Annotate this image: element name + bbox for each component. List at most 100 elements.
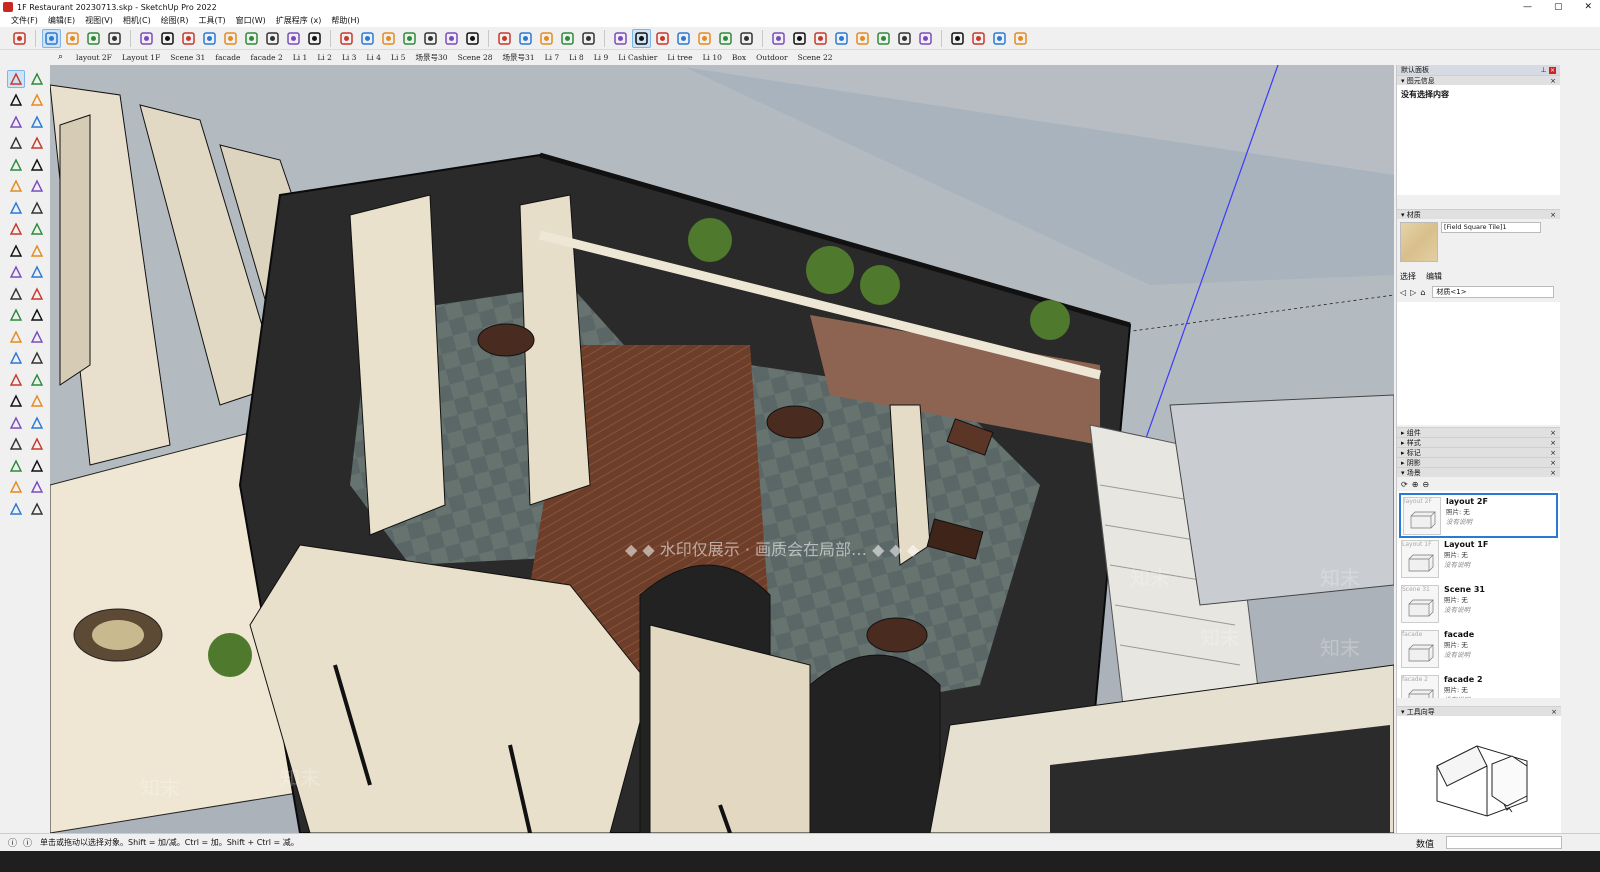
pan-icon[interactable]: [358, 29, 377, 48]
scene-tab[interactable]: Li 10: [698, 53, 727, 62]
pencil-icon[interactable]: [28, 113, 46, 131]
push-pull-icon[interactable]: [28, 242, 46, 260]
settings-icon[interactable]: [948, 29, 967, 48]
orbit-icon[interactable]: [337, 29, 356, 48]
pin-icon[interactable]: ⊥: [1541, 66, 1547, 74]
pencil-icon[interactable]: [84, 29, 103, 48]
follow-me-icon[interactable]: [28, 263, 46, 281]
right-view-icon[interactable]: [695, 29, 714, 48]
scene-tab[interactable]: 场景号31: [498, 53, 540, 62]
info-icon[interactable]: [990, 29, 1009, 48]
material-swatch[interactable]: [1400, 222, 1438, 262]
scene-item[interactable]: Layout 1F Layout 1F 照片: 无 没有说明: [1399, 538, 1558, 583]
menu-draw[interactable]: 绘图(R): [158, 15, 192, 26]
search-icon[interactable]: [10, 29, 29, 48]
look-around-icon[interactable]: [28, 435, 46, 453]
section-display-icon[interactable]: [7, 478, 25, 496]
rectangle-icon[interactable]: [7, 156, 25, 174]
section-scenes[interactable]: ▾ 场景 ×: [1397, 467, 1560, 477]
scene-thumbnail[interactable]: facade 2: [1401, 675, 1439, 698]
back-arrow-icon[interactable]: ◁: [1400, 288, 1406, 297]
scene-tab[interactable]: Li 7: [540, 53, 565, 62]
materials-header[interactable]: ▾ 材质 ×: [1397, 209, 1560, 219]
offset-icon[interactable]: [28, 285, 46, 303]
three-point-arc-icon[interactable]: [28, 220, 46, 238]
close-icon[interactable]: ×: [1550, 77, 1556, 85]
section-fill-icon[interactable]: [611, 29, 630, 48]
scene-tab[interactable]: Li 2: [312, 53, 337, 62]
scene-item[interactable]: facade facade 照片: 无 没有说明: [1399, 628, 1558, 673]
scene-tab[interactable]: Li 3: [337, 53, 362, 62]
polygon-icon[interactable]: [28, 177, 46, 195]
tape-measure-icon[interactable]: [7, 306, 25, 324]
position-camera-icon[interactable]: [7, 435, 25, 453]
arc-icon[interactable]: [7, 199, 25, 217]
close-button[interactable]: ✕: [1584, 0, 1592, 14]
dimension-icon[interactable]: [28, 306, 46, 324]
menu-file[interactable]: 文件(F): [8, 15, 41, 26]
checker-icon[interactable]: [895, 29, 914, 48]
scene-tab[interactable]: Li Cashier: [613, 53, 662, 62]
model-info-icon[interactable]: [874, 29, 893, 48]
tab-edit[interactable]: 编辑: [1426, 271, 1442, 282]
geo-location-icon[interactable]: ⓘ: [8, 836, 17, 849]
section-tags[interactable]: ▸ 标记 ×: [1397, 447, 1560, 457]
follow-me-icon[interactable]: [179, 29, 198, 48]
push-pull-icon[interactable]: [158, 29, 177, 48]
scene-tab[interactable]: Li 1: [288, 53, 313, 62]
scene-item[interactable]: facade 2 facade 2 照片: 无 没有说明: [1399, 673, 1558, 698]
text-icon[interactable]: [284, 29, 303, 48]
scene-tab[interactable]: facade: [210, 53, 245, 62]
add-location-icon[interactable]: [832, 29, 851, 48]
paint-bucket-icon[interactable]: [7, 91, 25, 109]
menu-help[interactable]: 帮助(H): [328, 15, 362, 26]
close-icon[interactable]: ×: [1551, 708, 1557, 716]
zoom-extents-icon[interactable]: [7, 414, 25, 432]
scale-icon[interactable]: [7, 285, 25, 303]
tape-icon[interactable]: [263, 29, 282, 48]
cloud-icon[interactable]: [916, 29, 935, 48]
close-icon[interactable]: ×: [1550, 429, 1556, 437]
close-icon[interactable]: ×: [1550, 211, 1556, 219]
scene-search-icon[interactable]: ⌕: [58, 52, 63, 62]
scene-tab[interactable]: layout 2F: [71, 53, 117, 62]
protractor-icon[interactable]: [7, 328, 25, 346]
scene-item[interactable]: Scene 31 Scene 31 照片: 无 没有说明: [1399, 583, 1558, 628]
close-icon[interactable]: ×: [1550, 469, 1556, 477]
section-shadows[interactable]: ▸ 阴影 ×: [1397, 457, 1560, 467]
scene-thumbnail[interactable]: Scene 31: [1401, 585, 1439, 623]
text-icon[interactable]: [28, 328, 46, 346]
scene-tab[interactable]: Li tree: [662, 53, 697, 62]
extension-3-icon[interactable]: [811, 29, 830, 48]
section-cut-icon[interactable]: [28, 478, 46, 496]
wireframe-icon[interactable]: [463, 29, 482, 48]
menu-tools[interactable]: 工具(T): [196, 15, 229, 26]
material-name-field[interactable]: [Field Square Tile]1: [1441, 222, 1541, 233]
scene-tab[interactable]: Outdoor: [751, 53, 792, 62]
line-icon[interactable]: [7, 134, 25, 152]
user-icon[interactable]: [516, 29, 535, 48]
scene-tab[interactable]: Li 9: [589, 53, 614, 62]
zoom-icon[interactable]: [7, 392, 25, 410]
material-library-dropdown[interactable]: 材质<1>: [1432, 286, 1554, 298]
back-view-icon[interactable]: [716, 29, 735, 48]
section-styles[interactable]: ▸ 样式 ×: [1397, 437, 1560, 447]
menu-extensions[interactable]: 扩展程序 (x): [273, 15, 325, 26]
arc-icon[interactable]: [105, 29, 124, 48]
maximize-button[interactable]: ▢: [1554, 0, 1563, 14]
move-icon[interactable]: [7, 242, 25, 260]
zoom-window-icon[interactable]: [28, 392, 46, 410]
remove-scene-icon[interactable]: ⊖: [1422, 480, 1429, 489]
scene-tab[interactable]: facade 2: [245, 53, 287, 62]
section-plane-icon[interactable]: [537, 29, 556, 48]
section-display-icon[interactable]: [558, 29, 577, 48]
orbit-view-icon[interactable]: [7, 371, 25, 389]
iso-view-icon[interactable]: [632, 28, 651, 48]
paint-icon[interactable]: [137, 29, 156, 48]
move-icon[interactable]: [200, 29, 219, 48]
scene-tab[interactable]: Scene 22: [793, 53, 838, 62]
eraser-icon[interactable]: [28, 91, 46, 109]
pan-icon[interactable]: [28, 371, 46, 389]
terrain-icon[interactable]: [853, 29, 872, 48]
axes-icon[interactable]: [7, 349, 25, 367]
